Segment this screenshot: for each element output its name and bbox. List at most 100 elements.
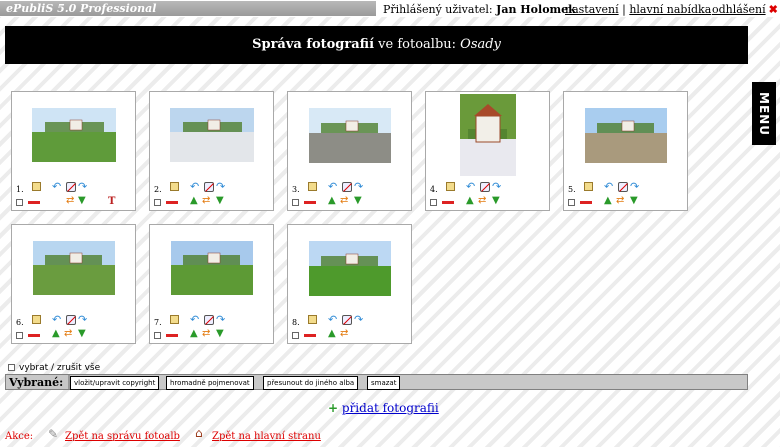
select-checkbox[interactable]	[16, 199, 23, 206]
rotate-left-icon[interactable]: ↶	[328, 181, 337, 192]
move-down-icon[interactable]: ▼	[78, 196, 86, 206]
add-photo-link[interactable]: přidat fotografii	[342, 401, 439, 415]
swap-icon[interactable]: ⇄	[202, 196, 210, 206]
move-down-icon[interactable]: ▼	[216, 329, 224, 339]
swap-icon[interactable]: ⇄	[478, 196, 486, 206]
move-up-icon[interactable]: ▲	[604, 196, 612, 206]
delete-icon[interactable]	[442, 201, 454, 204]
swap-icon[interactable]: ⇄	[340, 329, 348, 339]
rotate-left-icon[interactable]: ↶	[604, 181, 613, 192]
rotate-right-icon[interactable]: ↷	[216, 181, 225, 192]
photo-number: 2.	[154, 185, 162, 194]
rotate-right-icon[interactable]: ↷	[354, 181, 363, 192]
move-up-icon[interactable]: ▲	[466, 196, 474, 206]
no-image-icon[interactable]	[204, 315, 214, 325]
copyright-button[interactable]: vložit/upravit copyright	[70, 376, 160, 390]
no-image-icon[interactable]	[66, 315, 76, 325]
rotate-left-icon[interactable]: ↶	[190, 181, 199, 192]
photo-thumbnail[interactable]	[170, 241, 253, 295]
rotate-right-icon[interactable]: ↷	[630, 181, 639, 192]
swap-icon[interactable]: ⇄	[616, 196, 624, 206]
no-image-icon[interactable]	[342, 182, 352, 192]
title-text-icon[interactable]: T	[108, 196, 115, 207]
move-up-icon[interactable]: ▲	[328, 329, 336, 339]
photo-thumbnail[interactable]	[584, 108, 667, 163]
photo-thumbnail[interactable]	[459, 94, 516, 176]
plus-icon[interactable]: +	[328, 401, 338, 415]
home-icon[interactable]: ⌂	[195, 426, 203, 440]
back-album-link[interactable]: Zpět na správu fotoalb	[65, 431, 180, 442]
move-down-icon[interactable]: ▼	[78, 329, 86, 339]
delete-icon[interactable]	[166, 201, 178, 204]
swap-icon[interactable]: ⇄	[340, 196, 348, 206]
no-image-icon[interactable]	[480, 182, 490, 192]
logout-icon[interactable]: ✖	[769, 3, 778, 16]
edit-icon[interactable]	[170, 315, 179, 324]
bulk-rename-button[interactable]: hromadně pojmenovat	[166, 376, 254, 390]
settings-link[interactable]: nastavení	[565, 3, 619, 16]
logout[interactable]: odhlášení ✖	[712, 3, 778, 16]
no-image-icon[interactable]	[66, 182, 76, 192]
select-checkbox[interactable]	[154, 199, 161, 206]
edit-icon[interactable]	[308, 182, 317, 191]
select-all[interactable]: vybrat / zrušit vše	[8, 363, 100, 373]
rotate-left-icon[interactable]: ↶	[52, 314, 61, 325]
logout-link[interactable]: odhlášení	[712, 3, 766, 16]
rotate-right-icon[interactable]: ↷	[78, 314, 87, 325]
swap-icon[interactable]: ⇄	[66, 196, 74, 206]
edit-icon[interactable]	[32, 315, 41, 324]
delete-icon[interactable]	[304, 201, 316, 204]
delete-button[interactable]: smazat	[367, 376, 401, 390]
swap-icon[interactable]: ⇄	[202, 329, 210, 339]
photo-thumbnail[interactable]	[32, 241, 115, 295]
main-menu-link[interactable]: hlavní nabídka	[629, 3, 711, 16]
rotate-right-icon[interactable]: ↷	[216, 314, 225, 325]
rotate-left-icon[interactable]: ↶	[52, 181, 61, 192]
rotate-right-icon[interactable]: ↷	[78, 181, 87, 192]
select-checkbox[interactable]	[16, 332, 23, 339]
photo-number: 1.	[16, 185, 24, 194]
move-down-icon[interactable]: ▼	[354, 196, 362, 206]
edit-icon[interactable]	[32, 182, 41, 191]
photo-thumbnail[interactable]	[169, 108, 254, 162]
menu-tab[interactable]: MENU	[752, 82, 776, 145]
no-image-icon[interactable]	[342, 315, 352, 325]
swap-icon[interactable]: ⇄	[64, 329, 72, 339]
edit-icon[interactable]	[584, 182, 593, 191]
photo-thumbnail[interactable]	[31, 108, 116, 162]
move-album-button[interactable]: přesunout do jiného alba	[263, 376, 359, 390]
rotate-left-icon[interactable]: ↶	[328, 314, 337, 325]
move-up-icon[interactable]: ▲	[190, 196, 198, 206]
move-down-icon[interactable]: ▼	[630, 196, 638, 206]
move-down-icon[interactable]: ▼	[216, 196, 224, 206]
select-checkbox[interactable]	[292, 199, 299, 206]
select-checkbox[interactable]	[154, 332, 161, 339]
select-checkbox[interactable]	[568, 199, 575, 206]
select-checkbox[interactable]	[292, 332, 299, 339]
rotate-left-icon[interactable]: ↶	[466, 181, 475, 192]
move-down-icon[interactable]: ▼	[492, 196, 500, 206]
delete-icon[interactable]	[304, 334, 316, 337]
photo-thumbnail[interactable]	[308, 108, 391, 163]
delete-icon[interactable]	[580, 201, 592, 204]
edit-icon[interactable]	[308, 315, 317, 324]
delete-icon[interactable]	[28, 334, 40, 337]
delete-icon[interactable]	[166, 334, 178, 337]
move-up-icon[interactable]: ▲	[52, 329, 60, 339]
move-up-icon[interactable]: ▲	[190, 329, 198, 339]
no-image-icon[interactable]	[204, 182, 214, 192]
add-photo[interactable]: + přidat fotografii	[328, 401, 439, 415]
photo-thumbnail[interactable]	[308, 241, 391, 296]
edit-icon[interactable]	[446, 182, 455, 191]
back-home-link[interactable]: Zpět na hlavní stranu	[212, 431, 321, 442]
album-manager-icon[interactable]: ✎	[48, 427, 58, 441]
edit-icon[interactable]	[170, 182, 179, 191]
no-image-icon[interactable]	[618, 182, 628, 192]
select-checkbox[interactable]	[430, 199, 437, 206]
select-all-checkbox[interactable]	[8, 364, 15, 371]
move-up-icon[interactable]: ▲	[328, 196, 336, 206]
rotate-right-icon[interactable]: ↷	[354, 314, 363, 325]
rotate-left-icon[interactable]: ↶	[190, 314, 199, 325]
delete-icon[interactable]	[28, 201, 40, 204]
rotate-right-icon[interactable]: ↷	[492, 181, 501, 192]
